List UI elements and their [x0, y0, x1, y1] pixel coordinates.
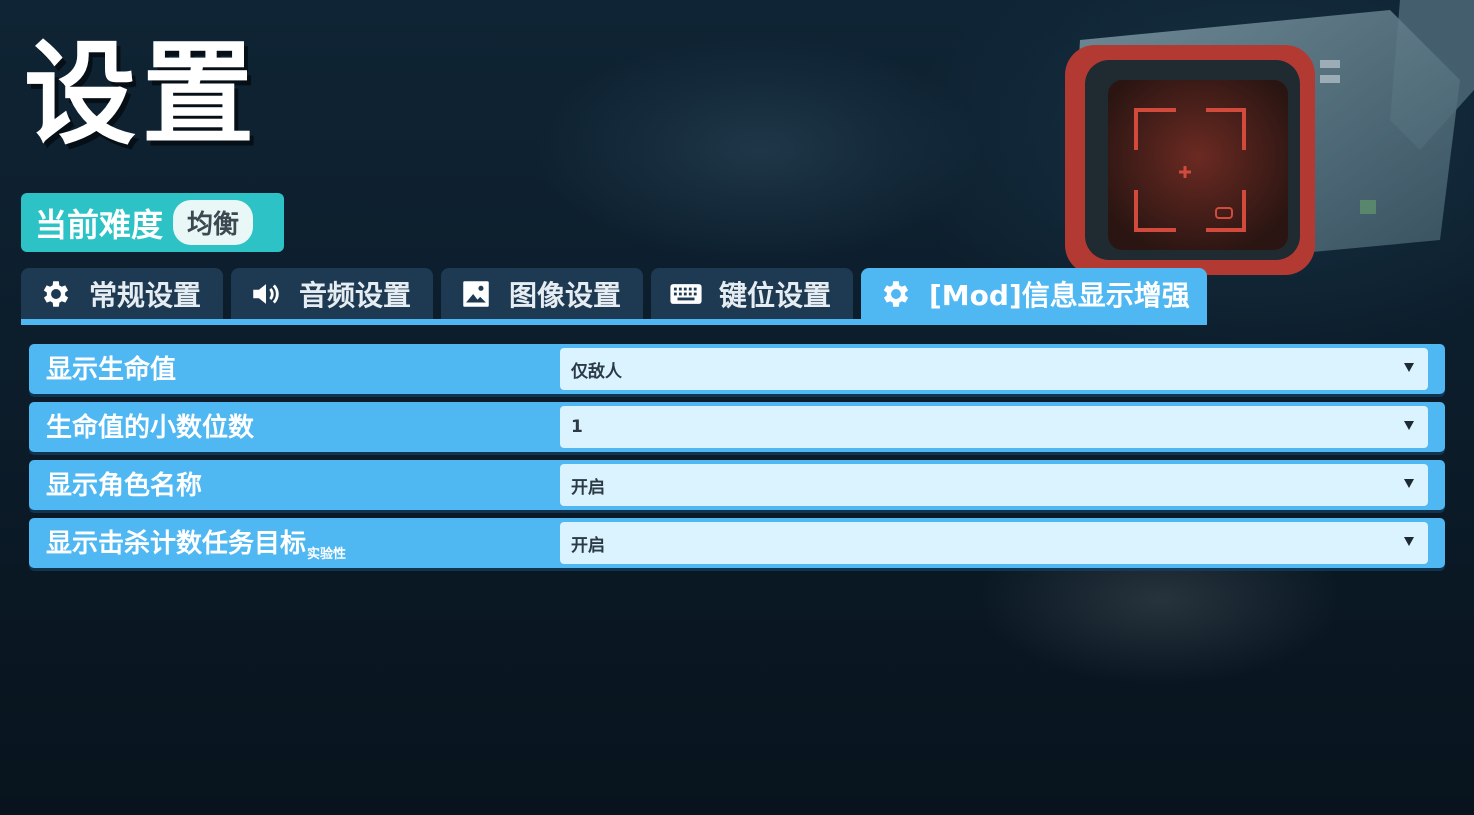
dropdown-value: 开启	[571, 535, 605, 556]
dropdown-arrow-icon	[1404, 537, 1414, 546]
dropdown-arrow-icon	[1404, 363, 1414, 372]
tab-label: [Mod]信息显示增强	[929, 279, 1190, 312]
tab-mod-info-display[interactable]: [Mod]信息显示增强	[861, 268, 1207, 320]
setting-label: 显示角色名称	[46, 471, 203, 501]
health-decimals-dropdown[interactable]: 1	[560, 406, 1428, 448]
show-character-name-dropdown[interactable]: 开启	[560, 464, 1428, 506]
tab-label: 常规设置	[89, 279, 202, 312]
dropdown-value: 开启	[571, 477, 605, 498]
tab-label: 键位设置	[719, 279, 832, 312]
kill-count-objective-dropdown[interactable]: 开启	[560, 522, 1428, 564]
experimental-tag: 实验性	[307, 547, 347, 562]
tab-keybindings[interactable]: 键位设置	[651, 268, 853, 320]
setting-label: 显示击杀计数任务目标实验性	[46, 529, 347, 562]
image-icon	[459, 277, 493, 311]
dropdown-arrow-icon	[1404, 421, 1414, 430]
difficulty-value-badge: 均衡	[173, 200, 254, 245]
tab-label: 图像设置	[509, 279, 622, 312]
keyboard-icon	[669, 277, 703, 311]
tab-underline	[21, 319, 1207, 325]
setting-row-kill-count-objective: 显示击杀计数任务目标实验性 开启	[29, 518, 1445, 568]
setting-row-show-character-name: 显示角色名称 开启	[29, 460, 1445, 510]
tab-graphics[interactable]: 图像设置	[441, 268, 643, 320]
gear-icon	[39, 277, 73, 311]
difficulty-indicator: 当前难度 均衡	[21, 193, 284, 252]
tab-audio[interactable]: 音频设置	[231, 268, 433, 320]
dropdown-arrow-icon	[1404, 479, 1414, 488]
dropdown-value: 1	[571, 417, 583, 437]
settings-tabs: 常规设置 音频设置 图像设置 键位设置 [Mod]信息显示增强	[21, 268, 1207, 320]
show-health-dropdown[interactable]: 仅敌人	[560, 348, 1428, 390]
difficulty-label: 当前难度	[35, 205, 164, 244]
dropdown-value: 仅敌人	[571, 361, 622, 382]
page-title: 设置	[24, 30, 260, 160]
settings-list: 显示生命值 仅敌人 生命值的小数位数 1 显示角色名称 开启 显示击杀计数任务目…	[29, 344, 1445, 576]
tab-general[interactable]: 常规设置	[21, 268, 223, 320]
setting-label: 显示生命值	[46, 355, 177, 385]
setting-row-show-health: 显示生命值 仅敌人	[29, 344, 1445, 394]
setting-label: 生命值的小数位数	[46, 413, 255, 443]
gear-icon	[879, 277, 913, 311]
tab-label: 音频设置	[299, 279, 412, 312]
speaker-icon	[249, 277, 283, 311]
setting-row-health-decimals: 生命值的小数位数 1	[29, 402, 1445, 452]
